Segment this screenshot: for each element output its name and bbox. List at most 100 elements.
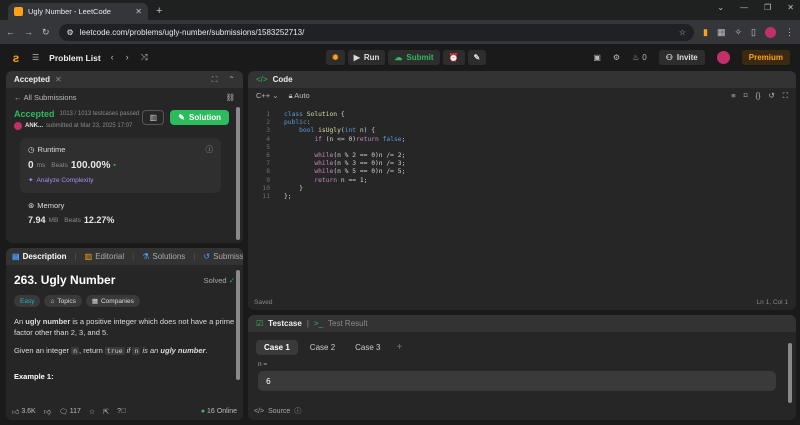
add-case-icon[interactable]: + [397, 342, 403, 353]
minimize-icon[interactable]: — [740, 3, 748, 12]
companies-tag[interactable]: ▦ Companies [85, 295, 140, 307]
tab-solutions[interactable]: ⚗ Solutions [142, 252, 185, 261]
forward-icon[interactable]: → [24, 27, 33, 37]
all-submissions-link[interactable]: All Submissions [24, 93, 77, 102]
shuffle-icon[interactable]: ⤨ [141, 52, 148, 63]
url-field[interactable]: ⚙ leetcode.com/problems/ugly-number/subm… [58, 23, 695, 41]
case-3-tab[interactable]: Case 3 [347, 340, 388, 355]
extension-icon[interactable]: ▮ [703, 27, 708, 38]
invite-button[interactable]: ⚇ Invite [658, 50, 705, 65]
profile-avatar[interactable] [765, 26, 776, 38]
bug-icon: ✹ [332, 53, 339, 62]
tab-editorial[interactable]: ▥ Editorial [85, 252, 124, 261]
favorite-star-icon[interactable]: ☆ [89, 408, 95, 416]
thumbs-up-icon: 👍︎ [12, 409, 20, 416]
list-icon[interactable]: ☰ [32, 53, 39, 62]
streak-counter[interactable]: ♨ 0 [632, 53, 647, 62]
user-avatar[interactable] [716, 51, 730, 64]
back-icon[interactable]: ← [6, 27, 15, 37]
restore-icon[interactable]: ❐ [764, 3, 771, 12]
fire-icon: ♨ [632, 53, 640, 62]
back-arrow-icon[interactable]: ← [14, 93, 24, 102]
scrollbar[interactable] [236, 270, 240, 380]
menu-icon[interactable]: ⋮ [785, 27, 794, 38]
problem-nav-arrows: ‹ › ⤨ [111, 52, 148, 63]
help-icon: ⓘ [294, 408, 302, 415]
sidepanel-icon[interactable]: ▯ [751, 27, 756, 38]
runtime-beats: 100.00% [70, 160, 111, 171]
memory-unit: MB [48, 216, 59, 224]
case-1-tab[interactable]: Case 1 [256, 340, 298, 355]
reload-icon[interactable]: ↻ [42, 27, 50, 38]
leetcode-logo-icon[interactable]: ƨ [10, 51, 22, 65]
puzzle-icon[interactable]: ✧ [735, 27, 743, 38]
book-button[interactable]: ▥ [142, 110, 165, 125]
run-toolbar: ✹ ▶ Run ☁ Submit ⏰ ✎ [326, 50, 487, 65]
site-info-icon[interactable]: ⚙ [67, 28, 74, 37]
code-tab[interactable]: Code [273, 75, 293, 84]
code-icon: </> [256, 75, 268, 84]
beats-label: Beats [51, 162, 68, 169]
close-tab-icon[interactable]: ✕ [55, 75, 62, 84]
link-icon[interactable]: ⛓ [225, 93, 235, 102]
online-count: ● 16 Online [200, 408, 237, 415]
accepted-tab[interactable]: Accepted [14, 75, 50, 84]
dropdown-icon[interactable]: ⌄ [717, 3, 724, 12]
browser-tab[interactable]: Ugly Number - LeetCode ✕ [8, 3, 148, 20]
topics-tag[interactable]: ⌂ Topics [44, 295, 82, 307]
comments-button[interactable]: 🗨︎ 117 [59, 408, 81, 416]
auto-mode[interactable]: 🔒︎ Auto [289, 91, 310, 101]
settings-gear-icon[interactable]: ⚙ [613, 53, 620, 62]
cloud-upload-icon: ☁ [394, 53, 403, 62]
new-tab-button[interactable]: + [156, 5, 162, 17]
testcase-tab[interactable]: Testcase [268, 319, 302, 328]
debug-button[interactable]: ✹ [326, 50, 345, 65]
code-content[interactable]: 1 class Solution { 2 public: 3 bool isUgly… [256, 111, 405, 201]
language-select[interactable]: C++ ⌄ [256, 91, 279, 100]
description-tabs: ▤ Description | ▥ Editorial | ⚗ Solutions |… [6, 248, 243, 265]
tab-description[interactable]: ▤ Description [12, 252, 67, 261]
extension-icon[interactable]: ▦ [717, 27, 726, 38]
help-icon[interactable]: ?⃝ [117, 408, 126, 415]
tab-submissions[interactable]: ↺Submissions [203, 252, 243, 261]
info-icon[interactable]: ⓘ [206, 144, 214, 155]
format-icon[interactable]: ≡ [731, 91, 735, 101]
braces-icon[interactable]: {} [755, 91, 760, 101]
share-icon[interactable]: ⇱ [103, 408, 109, 416]
layout-icon[interactable]: ▣ [593, 53, 601, 62]
maximize-icon[interactable]: ⛶ [212, 75, 218, 85]
source-link[interactable]: </> Source ⓘ [254, 406, 301, 416]
difficulty-tag[interactable]: Easy [14, 295, 41, 307]
scrollbar[interactable] [788, 343, 792, 403]
description-panel: ▤ Description | ▥ Editorial | ⚗ Solutions |… [6, 248, 243, 420]
window-controls: ⌄ — ❐ ✕ [717, 3, 794, 12]
close-window-icon[interactable]: ✕ [787, 3, 794, 12]
close-tab-icon[interactable]: ✕ [135, 7, 142, 16]
solution-button[interactable]: ✎ Solution [170, 110, 229, 125]
leetcode-favicon-icon [14, 7, 23, 16]
submission-summary: Accepted 1013 / 1013 testcases passed AN… [6, 107, 243, 136]
reset-icon[interactable]: ↺ [768, 91, 774, 101]
premium-button[interactable]: Premium [741, 50, 790, 65]
scrollbar[interactable] [236, 107, 240, 240]
submit-button[interactable]: ☁ Submit [388, 50, 440, 65]
case-2-tab[interactable]: Case 2 [302, 340, 343, 355]
prev-problem-icon[interactable]: ‹ [111, 52, 114, 63]
analyze-complexity-link[interactable]: ✦ Analyze Complexity [28, 176, 213, 185]
dislike-icon[interactable]: 👎︎ [44, 407, 51, 416]
test-result-tab[interactable]: Test Result [328, 319, 368, 328]
collapse-icon[interactable]: ⌃ [228, 75, 235, 84]
bookmark-icon[interactable]: ⌑ [744, 91, 748, 101]
username[interactable]: ANK... [25, 123, 43, 129]
add-user-icon: ⚇ [665, 53, 673, 62]
like-button[interactable]: 👍︎ 3.6K [12, 407, 36, 416]
problem-list-link[interactable]: Problem List [49, 53, 100, 63]
run-button[interactable]: ▶ Run [347, 50, 386, 65]
testcase-input[interactable]: 6 [258, 371, 776, 391]
bookmark-star-icon[interactable]: ☆ [679, 28, 686, 37]
notes-button[interactable]: ✎ [467, 50, 487, 65]
timer-button[interactable]: ⏰ [442, 50, 465, 65]
next-problem-icon[interactable]: › [126, 52, 129, 63]
fullscreen-icon[interactable]: ⛶ [783, 91, 788, 101]
description-footer: 👍︎ 3.6K 👎︎ 🗨︎ 117 ☆ ⇱ ?⃝ ● 16 Online [6, 403, 243, 420]
